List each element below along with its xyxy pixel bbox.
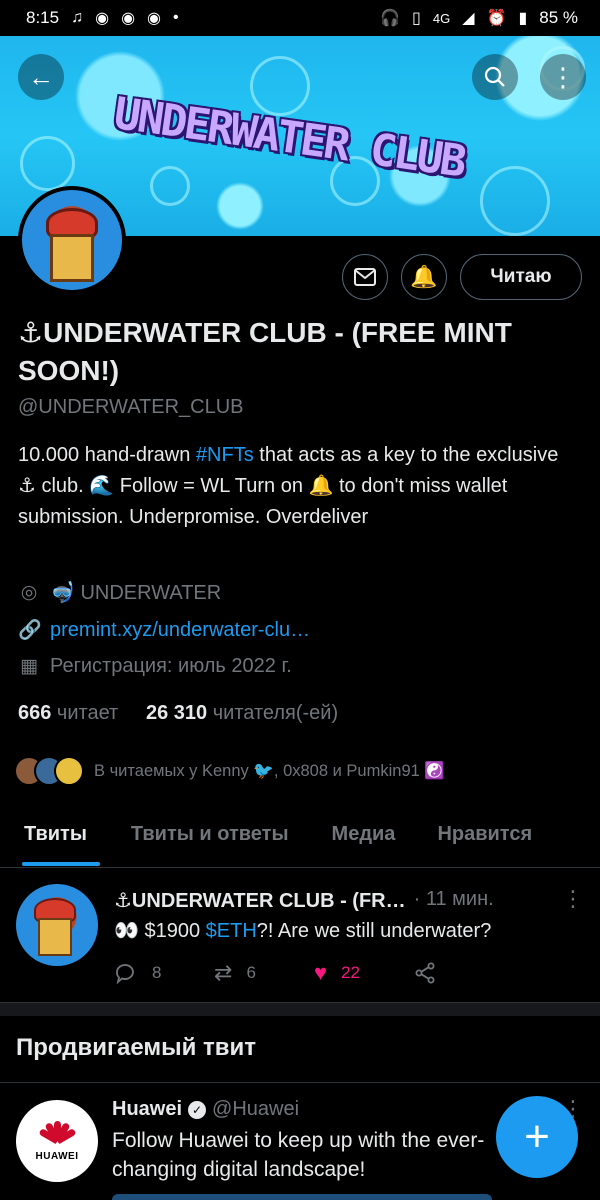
promoted-author-handle: @Huawei (212, 1098, 300, 1120)
hashtag-link[interactable]: #NFTs (196, 444, 254, 466)
bubble-decoration (480, 166, 550, 236)
section-divider (0, 1002, 600, 1016)
huawei-logo-icon (38, 1120, 77, 1149)
signal-icon: ◢ (462, 10, 475, 27)
avatar-face (50, 234, 94, 282)
promoted-tweet-header: Huawei ✓ @Huawei (112, 1098, 299, 1121)
verified-badge-icon: ✓ (188, 1100, 207, 1119)
retweet-button[interactable]: ⇄ 6 (214, 960, 314, 986)
profile-tabs: Твиты Твиты и ответы Медиа Нравится (0, 808, 600, 868)
more-options-button[interactable]: ⋮ (540, 54, 586, 100)
reply-button[interactable]: 8 (114, 962, 214, 984)
heart-filled-icon: ♥ (314, 960, 328, 985)
reply-icon (116, 964, 134, 984)
tab-tweets[interactable]: Твиты (0, 808, 87, 867)
tweet-more-icon[interactable]: ⋮ (562, 886, 584, 912)
arrow-left-icon: ← (28, 61, 54, 92)
discord-icon: ◉ (147, 10, 161, 27)
profile-joined: ▦ Регистрация: июль 2022 г. (18, 655, 292, 678)
plus-icon: + (524, 1112, 550, 1161)
promoted-author-avatar[interactable]: HUAWEI (16, 1100, 98, 1182)
profile-location: ◎ 🤿 UNDERWATER (18, 580, 222, 605)
followers-stat[interactable]: 26 310 читателя(-ей) (146, 702, 338, 724)
active-tab-indicator (22, 862, 100, 866)
promoted-media-preview[interactable] (112, 1194, 492, 1200)
tab-tweets-and-replies[interactable]: Твиты и ответы (87, 808, 289, 867)
divider (0, 1082, 600, 1083)
following-count: 666 (18, 702, 52, 724)
website-link[interactable]: premint.xyz/underwater-clu… (50, 619, 310, 642)
battery-icon: ▮ (518, 10, 528, 27)
profile-name: ⚓UNDERWATER CLUB - (FREE MINT SOON!) (18, 317, 512, 386)
like-count: 22 (341, 963, 360, 982)
profile-avatar[interactable] (18, 186, 126, 294)
promoted-tweet-text: Follow Huawei to keep up with the ever-c… (112, 1129, 485, 1181)
huawei-logo-text: HUAWEI (35, 1150, 79, 1162)
tweet-text-part: 👀 $1900 (114, 920, 206, 942)
followed-by-text: В читаемых у Kenny 🐦, 0x808 и Pumkin91 ☯… (94, 761, 445, 780)
message-button[interactable] (342, 254, 388, 300)
profile-bio: 10.000 hand-drawn #NFTs that acts as a k… (18, 440, 578, 533)
music-note-icon: ♫ (71, 9, 84, 26)
status-time: 8:15 (26, 8, 60, 27)
bell-check-icon: 🔔 (410, 264, 438, 289)
retweet-count: 6 (246, 963, 256, 982)
tab-likes[interactable]: Нравится (395, 808, 532, 867)
calendar-icon: ▦ (20, 656, 38, 677)
promoted-author-name[interactable]: Huawei (112, 1098, 182, 1121)
bubble-decoration (150, 166, 190, 206)
profile-website[interactable]: 🔗 premint.xyz/underwater-clu… (18, 618, 310, 642)
followed-by-avatars (14, 756, 84, 786)
battery-level: 85 % (539, 8, 578, 27)
followed-by-row[interactable]: В читаемых у Kenny 🐦, 0x808 и Pumkin91 ☯… (14, 756, 445, 786)
compose-tweet-button[interactable]: + (496, 1096, 578, 1178)
bubble-decoration (20, 136, 75, 191)
tweet-author-avatar[interactable] (16, 884, 98, 966)
tweet-header: ⚓UNDERWATER CLUB - (FR… · 11 мин. (114, 888, 494, 913)
tweet-timestamp: · 11 мин. (413, 888, 494, 910)
back-button[interactable]: ← (18, 54, 64, 100)
reply-count: 8 (152, 963, 162, 982)
tweet-text-part: ?! Are we still underwater? (256, 920, 492, 942)
following-stat[interactable]: 666 читает (18, 702, 118, 724)
avatar-face (38, 918, 72, 956)
tweet-actions: 8 ⇄ 6 ♥ 22 (114, 960, 514, 986)
status-bar: 8:15 ♫ ◉ ◉ ◉ • 🎧 ▯ 4G ◢ ⏰ ▮ 85 % (0, 0, 600, 36)
tab-media[interactable]: Медиа (289, 808, 396, 867)
link-icon: 🔗 (18, 620, 42, 641)
follow-counts: 666 читает 26 310 читателя(-ей) (18, 702, 338, 725)
discord-icon: ◉ (121, 10, 136, 27)
dot-icon: • (173, 9, 179, 26)
tweet-author-name[interactable]: ⚓UNDERWATER CLUB - (FR… (114, 888, 406, 913)
alarm-icon: ⏰ (486, 10, 507, 27)
followers-label: читателя(-ей) (207, 702, 339, 724)
share-button[interactable] (414, 962, 514, 984)
following-button[interactable]: Читаю (460, 254, 582, 300)
retweet-icon: ⇄ (214, 960, 233, 985)
promoted-section-title: Продвигаемый твит (16, 1034, 257, 1061)
mail-icon (354, 268, 376, 286)
joined-text: Регистрация: июль 2022 г. (50, 655, 292, 677)
share-icon (415, 962, 435, 984)
profile-handle: @UNDERWATER_CLUB (18, 396, 244, 418)
search-icon (484, 66, 505, 87)
location-text: 🤿 UNDERWATER (50, 582, 222, 604)
search-button[interactable] (472, 54, 518, 100)
vibrate-icon: ▯ (412, 10, 421, 27)
bio-text: 10.000 hand-drawn (18, 444, 196, 466)
cashtag-link[interactable]: $ETH (206, 920, 257, 942)
avatar (54, 756, 84, 786)
tweet-text: 👀 $1900 $ETH?! Are we still underwater? (114, 918, 491, 943)
more-vertical-icon: ⋮ (550, 61, 576, 92)
discord-icon: ◉ (95, 10, 110, 27)
headphones-icon: 🎧 (380, 10, 401, 27)
network-label: 4G (432, 10, 451, 26)
followers-count: 26 310 (146, 702, 208, 724)
like-button[interactable]: ♥ 22 (314, 960, 414, 986)
following-label: читает (51, 702, 119, 724)
location-pin-icon: ◎ (20, 582, 38, 603)
notifications-button[interactable]: 🔔 (401, 254, 447, 300)
